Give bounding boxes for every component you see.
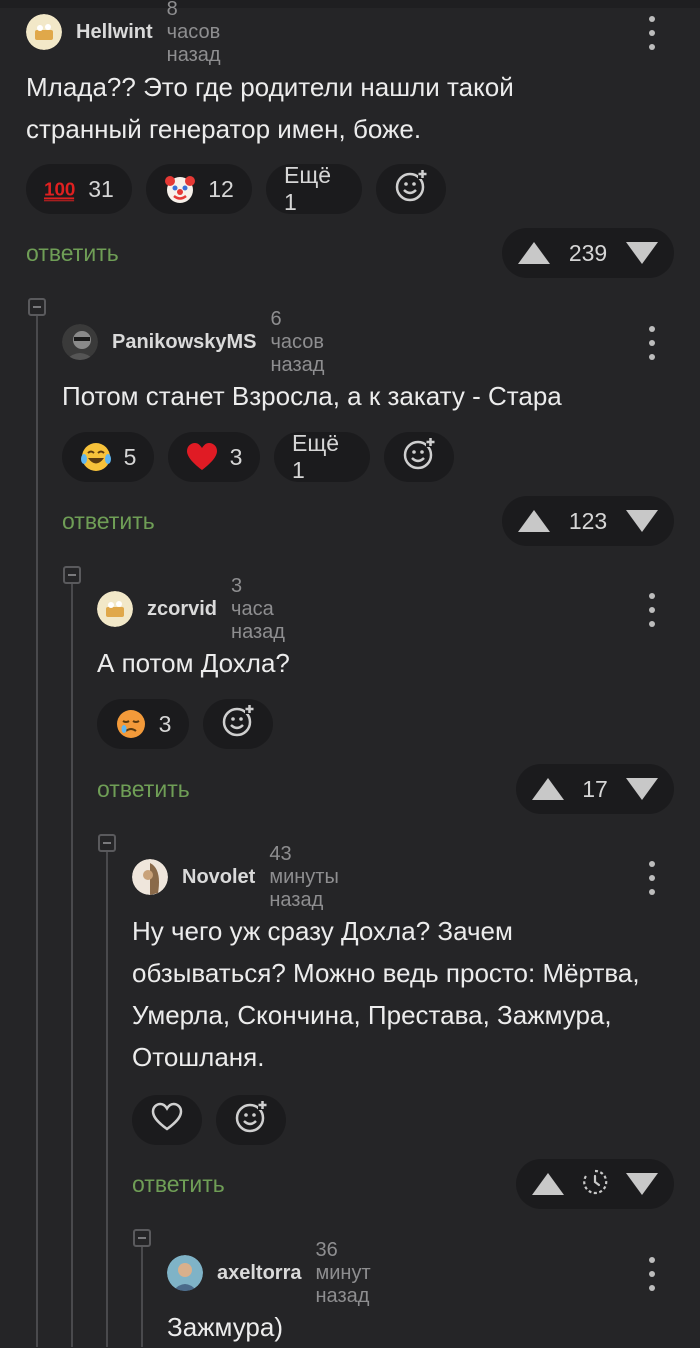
- reactions-bar: 5 3 Ещё 1: [62, 430, 454, 483]
- thread-line-level-1: [36, 312, 38, 1347]
- reply-link[interactable]: ответить: [132, 1171, 225, 1198]
- reaction-count: 12: [208, 175, 234, 202]
- comment-header: axeltorra 36 минут назад: [167, 1239, 371, 1307]
- reply-link[interactable]: ответить: [26, 240, 119, 267]
- rating-control: [516, 1159, 674, 1209]
- rating-control: 123: [502, 496, 674, 546]
- reaction-chip[interactable]: 3: [168, 432, 260, 482]
- more-reactions-button[interactable]: Ещё 1: [274, 430, 370, 483]
- reply-link[interactable]: ответить: [97, 776, 190, 803]
- add-reaction-button[interactable]: [216, 1095, 286, 1145]
- top-divider: [0, 0, 700, 8]
- comment-text: А потом Дохла?: [97, 648, 290, 678]
- more-reactions-button[interactable]: Ещё 1: [266, 162, 362, 215]
- author-name[interactable]: Novolet: [182, 866, 255, 889]
- thread-line-level-4: [141, 1245, 143, 1347]
- more-options-icon[interactable]: [647, 326, 657, 360]
- collapse-thread-button[interactable]: [28, 298, 46, 316]
- reaction-chip[interactable]: 100 31: [26, 164, 132, 214]
- comment-header: Novolet 43 минуты назад: [132, 843, 339, 911]
- rating-value: 239: [568, 239, 608, 266]
- svg-text:100: 100: [44, 179, 75, 200]
- thread-line-level-3: [106, 850, 108, 1347]
- rating-value: 17: [582, 775, 608, 802]
- comment-header: zcorvid 3 часа назад: [97, 575, 285, 643]
- add-emoji-icon: [221, 704, 255, 744]
- 100-emoji-icon: 100: [44, 173, 76, 205]
- reactions-bar: 100 31 12 Ещё 1: [26, 162, 446, 215]
- timestamp: 6 часов назад: [270, 307, 325, 376]
- rating-control: 239: [502, 228, 674, 278]
- timestamp: 8 часов назад: [166, 0, 221, 66]
- more-reactions-label: Ещё 1: [284, 162, 332, 215]
- thread-line-level-2: [71, 582, 73, 1347]
- more-reactions-label: Ещё 1: [292, 430, 340, 483]
- tears-of-joy-emoji-icon: [80, 441, 112, 473]
- reaction-count: 3: [229, 443, 243, 470]
- comment-text: Потом станет Взросла, а к закату - Стара: [62, 381, 562, 411]
- avatar[interactable]: [62, 324, 98, 360]
- upvote-icon[interactable]: [518, 242, 550, 264]
- add-reaction-button[interactable]: [203, 699, 273, 749]
- timestamp: 43 минуты назад: [269, 842, 339, 911]
- downvote-icon[interactable]: [626, 1173, 658, 1195]
- red-heart-emoji-icon: [186, 441, 218, 473]
- timestamp: 3 часа назад: [231, 574, 285, 643]
- heart-outline-icon: [151, 1102, 183, 1138]
- more-options-icon[interactable]: [647, 593, 657, 627]
- pending-clock-icon: [581, 1168, 609, 1201]
- downvote-icon[interactable]: [626, 778, 658, 800]
- upvote-icon[interactable]: [532, 778, 564, 800]
- rating-control: 17: [516, 764, 674, 814]
- reaction-count: 3: [158, 710, 172, 737]
- collapse-thread-button[interactable]: [133, 1229, 151, 1247]
- sad-relieved-emoji-icon: [115, 708, 147, 740]
- reaction-count: 31: [88, 175, 114, 202]
- rating-value: 123: [568, 507, 608, 534]
- reaction-chip[interactable]: 12: [146, 164, 252, 214]
- downvote-icon[interactable]: [626, 242, 658, 264]
- more-options-icon[interactable]: [647, 1257, 657, 1291]
- avatar[interactable]: [167, 1255, 203, 1291]
- add-reaction-button[interactable]: [376, 164, 446, 214]
- upvote-icon[interactable]: [518, 510, 550, 532]
- add-emoji-icon: [394, 169, 428, 209]
- author-name[interactable]: PanikowskyMS: [112, 331, 257, 354]
- collapse-thread-button[interactable]: [63, 566, 81, 584]
- avatar[interactable]: [26, 14, 62, 50]
- author-name[interactable]: Hellwint: [76, 21, 153, 44]
- avatar[interactable]: [132, 859, 168, 895]
- comment-text: Млада?? Это где родители нашли такой стр…: [26, 72, 514, 144]
- author-name[interactable]: zcorvid: [147, 598, 217, 621]
- clown-emoji-icon: [164, 173, 196, 205]
- reaction-chip[interactable]: 5: [62, 432, 154, 482]
- comment-text: Ну чего уж сразу Дохла? Зачем обзываться…: [132, 916, 640, 1072]
- reaction-chip[interactable]: 3: [97, 699, 189, 749]
- reactions-bar: 3: [97, 699, 273, 749]
- more-options-icon[interactable]: [647, 861, 657, 895]
- reactions-bar: [132, 1095, 286, 1145]
- comment-header: Hellwint 8 часов назад: [26, 0, 221, 66]
- reaction-count: 5: [123, 443, 137, 470]
- comment-header: PanikowskyMS 6 часов назад: [62, 308, 324, 376]
- reply-link[interactable]: ответить: [62, 508, 155, 535]
- avatar[interactable]: [97, 591, 133, 627]
- timestamp: 36 минут назад: [315, 1238, 371, 1307]
- like-button[interactable]: [132, 1095, 202, 1145]
- add-emoji-icon: [402, 437, 436, 477]
- comment-text: Зажмура): [167, 1312, 284, 1342]
- more-options-icon[interactable]: [647, 16, 657, 50]
- author-name[interactable]: axeltorra: [217, 1262, 302, 1285]
- downvote-icon[interactable]: [626, 510, 658, 532]
- add-emoji-icon: [234, 1100, 268, 1140]
- collapse-thread-button[interactable]: [98, 834, 116, 852]
- upvote-icon[interactable]: [532, 1173, 564, 1195]
- add-reaction-button[interactable]: [384, 432, 454, 482]
